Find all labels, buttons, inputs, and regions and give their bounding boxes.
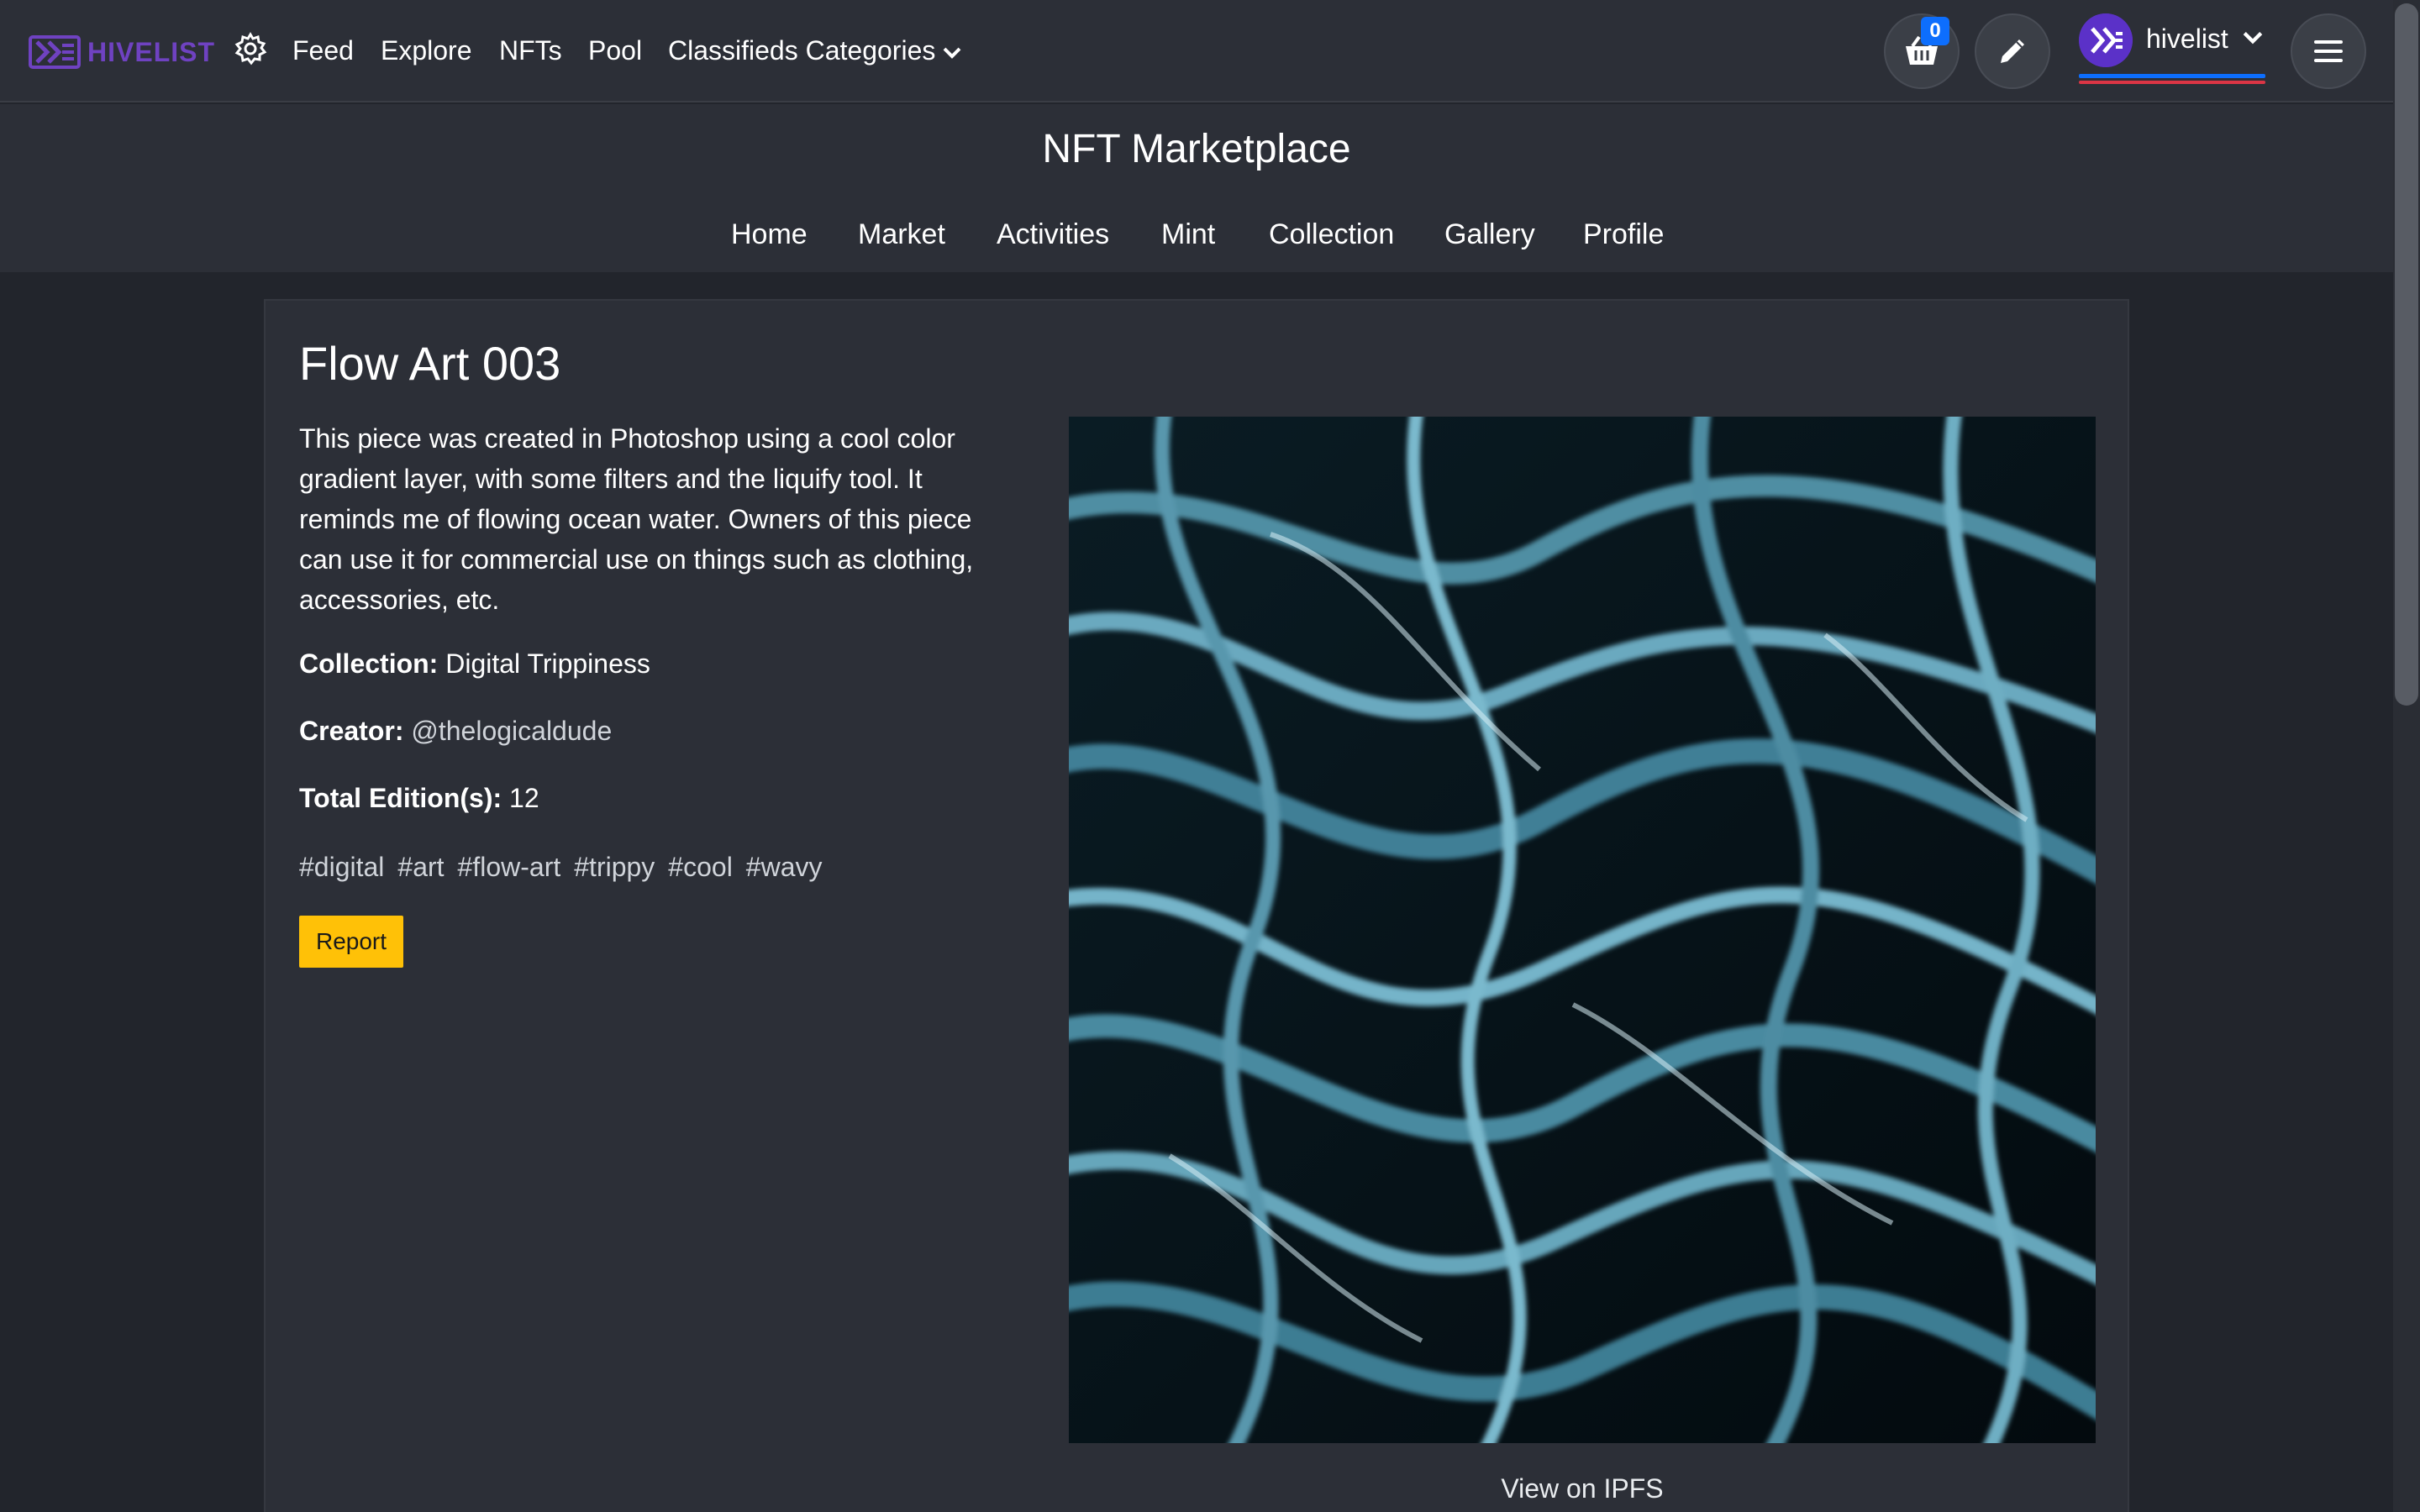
cart-button[interactable]: 0 — [1884, 13, 1960, 89]
brand-name: HIVELIST — [87, 36, 216, 67]
nav-nfts[interactable]: NFTs — [499, 32, 562, 69]
top-navbar: HIVELIST Feed Explore NFTs Pool Classifi… — [0, 0, 2393, 102]
gear-icon[interactable] — [234, 32, 267, 66]
nft-collection: Collection: Digital Trippiness — [299, 648, 650, 680]
avatar — [2079, 13, 2133, 67]
view-on-ipfs-link[interactable]: View on IPFS — [1069, 1473, 2096, 1504]
tag-link[interactable]: #flow-art — [458, 852, 561, 883]
nft-description: This piece was created in Photoshop usin… — [299, 423, 974, 615]
categories-label: Classifieds Categories — [668, 35, 936, 66]
chevron-down-icon — [2243, 32, 2263, 45]
nft-detail-card: Flow Art 003 This piece was created in P… — [264, 299, 2129, 1512]
tag-link[interactable]: #digital — [299, 852, 384, 883]
creator-label: Creator: — [299, 716, 404, 746]
tag-link[interactable]: #trippy — [574, 852, 655, 883]
tab-profile[interactable]: Profile — [1583, 218, 1664, 251]
nft-creator: Creator: @thelogicaldude — [299, 716, 612, 747]
tab-activities[interactable]: Activities — [997, 218, 1109, 251]
tab-gallery[interactable]: Gallery — [1444, 218, 1535, 251]
hamburger-icon — [2314, 40, 2343, 62]
scrollbar-track[interactable] — [2393, 0, 2420, 1512]
username: hivelist — [2146, 24, 2228, 54]
marketplace-header: NFT Marketplace Home Market Activities M… — [0, 104, 2393, 272]
editions-value: 12 — [509, 783, 539, 813]
nft-artwork-image[interactable] — [1069, 417, 2096, 1443]
cart-count-badge: 0 — [1921, 17, 1949, 45]
nav-explore[interactable]: Explore — [381, 32, 472, 69]
collection-value: Digital Trippiness — [445, 648, 650, 679]
tag-link[interactable]: #cool — [668, 852, 733, 883]
chevron-down-icon — [943, 47, 961, 59]
nft-editions: Total Edition(s): 12 — [299, 783, 539, 814]
nft-tags: #digital #art #flow-art #trippy #cool #w… — [299, 852, 823, 883]
scrollbar-thumb[interactable] — [2395, 3, 2418, 706]
nav-pool[interactable]: Pool — [588, 32, 642, 69]
nft-title: Flow Art 003 — [299, 337, 561, 390]
page-title: NFT Marketplace — [1042, 127, 1351, 171]
user-underline-red — [2079, 81, 2265, 84]
user-menu[interactable]: hivelist — [2079, 12, 2267, 87]
brand-logo[interactable]: HIVELIST — [29, 34, 215, 71]
tab-market[interactable]: Market — [858, 218, 945, 251]
menu-button[interactable] — [2291, 13, 2366, 89]
nav-classifieds-categories[interactable]: Classifieds Categories — [668, 32, 962, 69]
tab-mint[interactable]: Mint — [1161, 218, 1215, 251]
collection-label: Collection: — [299, 648, 439, 679]
creator-link[interactable]: @thelogicaldude — [411, 716, 612, 746]
editions-label: Total Edition(s): — [299, 783, 502, 813]
report-button[interactable]: Report — [299, 916, 403, 968]
nav-feed[interactable]: Feed — [292, 32, 354, 69]
user-underline-blue — [2079, 74, 2265, 78]
hivelist-logo-icon — [29, 35, 81, 69]
tag-link[interactable]: #wavy — [746, 852, 823, 883]
create-post-button[interactable] — [1975, 13, 2050, 89]
tag-link[interactable]: #art — [397, 852, 444, 883]
tab-home[interactable]: Home — [731, 218, 808, 251]
tab-collection[interactable]: Collection — [1269, 218, 1394, 251]
pencil-icon — [2001, 39, 2024, 63]
